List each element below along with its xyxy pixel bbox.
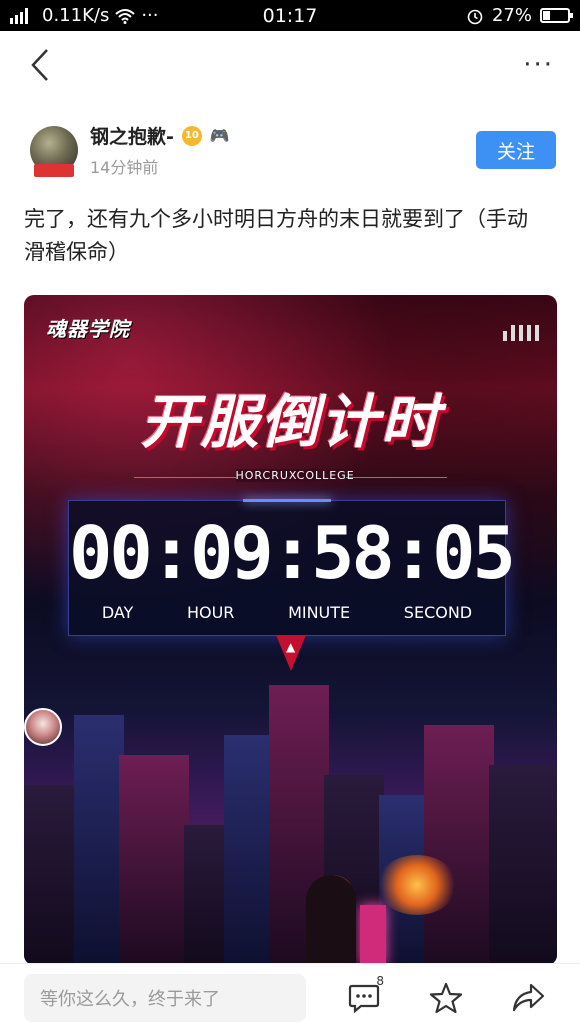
- timer-label-second: SECOND: [403, 603, 473, 622]
- academy-logo: 魂器学院: [46, 317, 130, 341]
- cell-signal-icon: [10, 7, 28, 24]
- character-figure: [306, 875, 356, 965]
- alarm-icon: [467, 9, 483, 24]
- college-name: HORCRUXCOLLEGE: [235, 469, 355, 482]
- battery-percent: 27%: [491, 5, 532, 26]
- follow-button[interactable]: 关注: [476, 131, 556, 169]
- fire-glow: [377, 855, 457, 915]
- author-row: 钢之抱歉- 10 🎮 14分钟前 关注: [30, 120, 556, 180]
- star-icon: [429, 982, 463, 1013]
- comment-input[interactable]: 等你这么久，终于来了: [24, 973, 306, 1022]
- comment-count: 8: [376, 973, 384, 988]
- emblem-mark-icon: ▲: [286, 640, 296, 654]
- post-text: 完了，还有九个多小时明日方舟的末日就要到了（手动滑稽保命）: [24, 207, 528, 264]
- timer-panel: 00:09:58:05 DAY HOUR MINUTE SECOND: [68, 499, 516, 636]
- post-time: 14分钟前: [90, 158, 159, 177]
- network-speed: 0.11K/s: [42, 5, 110, 26]
- bottom-bar: 等你这么久，终于来了 8: [0, 963, 580, 1031]
- neon-sign: [360, 905, 386, 965]
- level-badge-icon: 10: [181, 125, 202, 146]
- timer-label-minute: MINUTE: [288, 603, 351, 622]
- countdown-title: 开服倒计时: [140, 388, 441, 456]
- more-notifications-icon: ···: [141, 5, 159, 26]
- gamepad-icon: 🎮: [209, 126, 230, 145]
- share-button[interactable]: [500, 974, 556, 1022]
- timer-label-day: DAY: [101, 603, 134, 622]
- wifi-icon: [115, 8, 135, 24]
- share-icon: [512, 983, 545, 1011]
- status-bar: 0.11K/s ··· 01:17 27%: [0, 0, 580, 31]
- favorite-button[interactable]: [418, 974, 474, 1022]
- floating-avatar[interactable]: [24, 708, 62, 746]
- timer-label-hour: HOUR: [186, 603, 235, 622]
- timer-labels: DAY HOUR MINUTE SECOND: [69, 603, 505, 622]
- more-options-icon[interactable]: ···: [523, 50, 554, 80]
- avatar-tag-icon: [34, 164, 74, 177]
- avatar[interactable]: [30, 126, 78, 177]
- author-name[interactable]: 钢之抱歉-: [90, 122, 174, 149]
- audio-bars-icon: [503, 325, 539, 341]
- post-image[interactable]: 魂器学院 开服倒计时 HORCRUXCOLLEGE 00:09:58:05 DA…: [24, 295, 557, 965]
- timer-digits: 00:09:58:05: [69, 511, 516, 595]
- nav-bar: ···: [0, 31, 580, 99]
- city-skyline: [24, 675, 557, 965]
- comment-button[interactable]: 8: [336, 974, 392, 1022]
- battery-icon: [540, 8, 573, 23]
- back-icon[interactable]: [30, 45, 58, 85]
